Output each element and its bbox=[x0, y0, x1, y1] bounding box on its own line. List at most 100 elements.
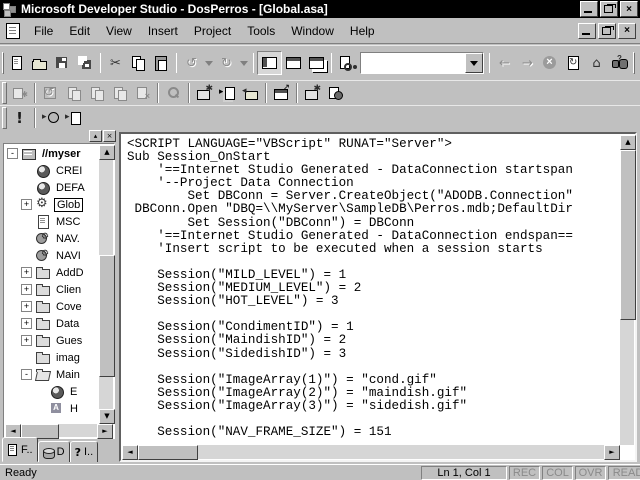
scroll-left-icon[interactable]: ◄ bbox=[122, 445, 138, 460]
tree-item[interactable]: + Glob bbox=[5, 196, 99, 213]
document-system-icon[interactable] bbox=[6, 23, 20, 39]
tree-item[interactable]: MSC bbox=[5, 213, 99, 230]
tree-vertical-scrollbar[interactable]: ▲ ▼ bbox=[99, 145, 113, 424]
get-working-copy-button[interactable] bbox=[8, 83, 31, 103]
minimize-icon[interactable] bbox=[580, 1, 598, 17]
scroll-up-icon[interactable]: ▲ bbox=[620, 135, 636, 150]
debug-go-button[interactable] bbox=[39, 108, 62, 128]
menu-tools[interactable]: Tools bbox=[239, 21, 283, 41]
stop-button[interactable] bbox=[539, 52, 562, 74]
clipped-toolbar-button[interactable] bbox=[636, 52, 640, 74]
tree-expander[interactable]: + bbox=[21, 318, 32, 329]
copy-web-button[interactable] bbox=[324, 83, 347, 103]
menu-view[interactable]: View bbox=[98, 21, 140, 41]
toolbar-gripper[interactable] bbox=[2, 52, 4, 74]
menu-window[interactable]: Window bbox=[283, 21, 342, 41]
combobox-dropdown-button[interactable] bbox=[465, 53, 483, 73]
save-all-button[interactable] bbox=[74, 52, 97, 74]
debug-step-button[interactable] bbox=[62, 108, 85, 128]
home-button[interactable]: ⌂ bbox=[585, 52, 608, 74]
refresh-button[interactable] bbox=[562, 52, 585, 74]
toggle-project-workspace-button[interactable] bbox=[257, 51, 282, 75]
tree-item[interactable]: NAVI bbox=[5, 247, 99, 264]
child-close-icon[interactable]: × bbox=[618, 23, 636, 39]
menu-project[interactable]: Project bbox=[186, 21, 239, 41]
tree-expander[interactable]: + bbox=[21, 284, 32, 295]
cut-button[interactable]: ✂ bbox=[104, 52, 127, 74]
discard-changes-button[interactable] bbox=[131, 83, 154, 103]
search-the-web-button[interactable] bbox=[335, 52, 358, 74]
tree-expander[interactable]: - bbox=[21, 369, 32, 380]
redo-dropdown[interactable] bbox=[238, 52, 250, 74]
update-links-button[interactable] bbox=[108, 83, 131, 103]
link-view-button[interactable] bbox=[162, 83, 185, 103]
pane-close-button[interactable]: × bbox=[103, 130, 116, 142]
tab-dataview[interactable]: D bbox=[38, 441, 70, 462]
paste-button[interactable] bbox=[150, 52, 173, 74]
editor-horizontal-scrollbar[interactable]: ◄ ► bbox=[122, 445, 620, 459]
tab-fileview[interactable]: F.. bbox=[2, 437, 38, 462]
save-button[interactable] bbox=[51, 52, 74, 74]
tree-horizontal-scrollbar[interactable]: ◄ ► bbox=[5, 424, 113, 437]
menu-insert[interactable]: Insert bbox=[140, 21, 186, 41]
scrollbar-thumb[interactable] bbox=[620, 150, 636, 320]
tree-expander[interactable]: + bbox=[21, 301, 32, 312]
copy-files-button[interactable] bbox=[62, 83, 85, 103]
forward-button[interactable]: → bbox=[516, 52, 539, 74]
open-button[interactable] bbox=[28, 52, 51, 74]
url-input[interactable] bbox=[361, 53, 465, 73]
back-button[interactable]: ← bbox=[493, 52, 516, 74]
preview-in-browser-button[interactable] bbox=[193, 83, 216, 103]
release-working-copy-button[interactable] bbox=[85, 83, 108, 103]
tree-item[interactable]: + Gues bbox=[5, 332, 99, 349]
close-icon[interactable]: × bbox=[620, 1, 638, 17]
cascade-windows-button[interactable] bbox=[305, 52, 328, 74]
tree-item[interactable]: DEFA bbox=[5, 179, 99, 196]
menu-edit[interactable]: Edit bbox=[61, 21, 98, 41]
tree-item[interactable]: - //myser bbox=[5, 145, 99, 162]
pane-collapse-button[interactable]: ▴ bbox=[89, 130, 102, 142]
tree-item[interactable]: E bbox=[5, 383, 99, 400]
insert-into-web-button[interactable] bbox=[216, 83, 239, 103]
tree-item[interactable]: NAV. bbox=[5, 230, 99, 247]
toolbar-gripper[interactable] bbox=[633, 52, 635, 74]
tree-item[interactable]: + AddD bbox=[5, 264, 99, 281]
scrollbar-thumb[interactable] bbox=[138, 445, 198, 460]
scrollbar-thumb[interactable] bbox=[99, 255, 115, 377]
undo-button[interactable]: ↺ bbox=[180, 52, 203, 74]
scroll-right-icon[interactable]: ► bbox=[97, 424, 113, 439]
tree-item[interactable]: + Cove bbox=[5, 298, 99, 315]
developer-studio-app-icon[interactable] bbox=[3, 3, 17, 16]
redo-button[interactable]: ↻ bbox=[215, 52, 238, 74]
toolbar-gripper[interactable] bbox=[2, 82, 7, 104]
synchronize-files-button[interactable] bbox=[39, 83, 62, 103]
open-with-editor-button[interactable] bbox=[239, 83, 262, 103]
tree-item[interactable]: - Main bbox=[5, 366, 99, 383]
tree-item[interactable]: imag bbox=[5, 349, 99, 366]
scroll-right-icon[interactable]: ► bbox=[604, 445, 620, 460]
editor-vertical-scrollbar[interactable]: ▲ ▼ bbox=[620, 135, 634, 445]
tree-item[interactable]: + Clien bbox=[5, 281, 99, 298]
toggle-infoviewer-button[interactable] bbox=[282, 52, 305, 74]
tree-expander[interactable]: + bbox=[21, 335, 32, 346]
copy-button[interactable] bbox=[127, 52, 150, 74]
scroll-down-icon[interactable]: ▼ bbox=[99, 409, 115, 424]
search-button[interactable] bbox=[608, 52, 631, 74]
new-item-button[interactable] bbox=[301, 83, 324, 103]
tree-expander[interactable]: + bbox=[21, 267, 32, 278]
new-document-button[interactable] bbox=[5, 52, 28, 74]
restore-icon[interactable] bbox=[600, 1, 618, 17]
menu-file[interactable]: File bbox=[26, 21, 61, 41]
toolbar-gripper[interactable] bbox=[2, 107, 7, 129]
tree-item[interactable]: + Data bbox=[5, 315, 99, 332]
tree-item[interactable]: H bbox=[5, 400, 99, 417]
tree-item[interactable]: CREI bbox=[5, 162, 99, 179]
child-minimize-icon[interactable] bbox=[578, 23, 596, 39]
scroll-up-icon[interactable]: ▲ bbox=[99, 145, 115, 160]
tree-expander[interactable]: + bbox=[21, 199, 32, 210]
menu-help[interactable]: Help bbox=[342, 21, 383, 41]
undo-dropdown[interactable] bbox=[203, 52, 215, 74]
tree-expander[interactable]: - bbox=[7, 148, 18, 159]
execute-button[interactable]: ! bbox=[8, 108, 31, 128]
properties-window-button[interactable] bbox=[270, 83, 293, 103]
